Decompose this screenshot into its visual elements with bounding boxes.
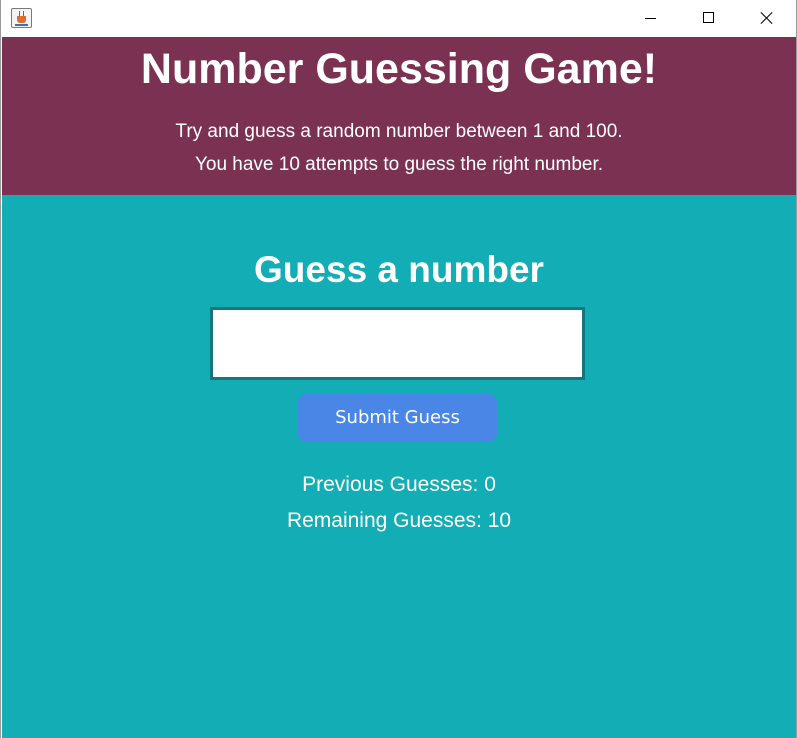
close-button[interactable] xyxy=(738,0,796,37)
main-panel: Guess a number Submit Guess Previous Gue… xyxy=(2,195,796,738)
minimize-icon xyxy=(645,18,656,19)
minimize-button[interactable] xyxy=(621,0,679,37)
game-title: Number Guessing Game! xyxy=(140,45,658,93)
java-cup-icon[interactable] xyxy=(11,8,32,28)
header-panel: Number Guessing Game! Try and guess a ra… xyxy=(2,37,796,195)
previous-guesses-label: Previous Guesses: 0 xyxy=(302,473,496,496)
title-bar[interactable] xyxy=(1,0,796,37)
instructions-line-1: Try and guess a random number between 1 … xyxy=(175,121,623,142)
maximize-icon xyxy=(703,12,714,23)
guess-prompt: Guess a number xyxy=(254,249,544,290)
saucer-shape xyxy=(15,24,28,26)
guess-input[interactable] xyxy=(210,307,585,380)
app-window: Number Guessing Game! Try and guess a ra… xyxy=(0,0,797,738)
close-icon xyxy=(760,11,774,25)
maximize-button[interactable] xyxy=(679,0,737,37)
instructions-line-2: You have 10 attempts to guess the right … xyxy=(194,154,604,175)
cup-shape xyxy=(17,16,26,23)
submit-guess-button[interactable]: Submit Guess xyxy=(298,394,497,442)
remaining-guesses-label: Remaining Guesses: 10 xyxy=(286,509,512,532)
